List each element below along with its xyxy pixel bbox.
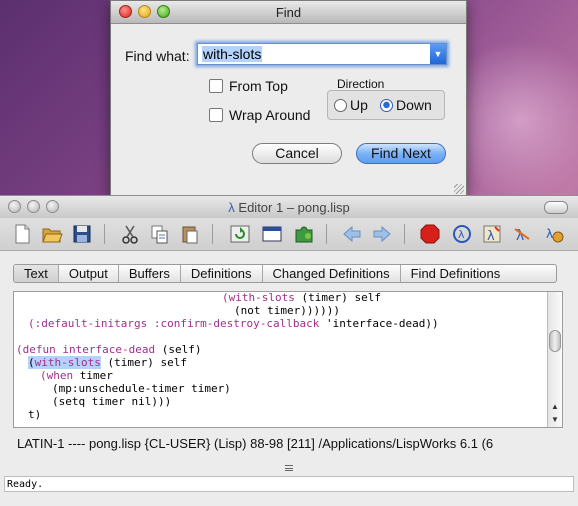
editor-titlebar[interactable]: λ Editor 1 – pong.lisp	[0, 196, 578, 218]
direction-down-radio[interactable]: Down	[380, 97, 432, 113]
from-top-label: From Top	[229, 78, 288, 94]
code-line: (when timer	[40, 369, 113, 382]
find-next-button[interactable]: Find Next	[356, 143, 446, 164]
code-line: (not timer))))))	[234, 304, 340, 317]
refresh-icon[interactable]	[228, 222, 252, 246]
save-icon[interactable]	[70, 222, 94, 246]
scroll-down-icon[interactable]: ▼	[548, 413, 562, 426]
editor-window: λ Editor 1 – pong.lisp λ λ λ λ Text Outp…	[0, 195, 578, 506]
puzzle-icon[interactable]	[292, 222, 316, 246]
radio-button[interactable]	[334, 98, 347, 112]
toolbar-separator	[404, 224, 405, 244]
editor-tab-bar: Text Output Buffers Definitions Changed …	[13, 264, 557, 283]
radio-button-selected[interactable]	[380, 98, 393, 112]
svg-text:λ: λ	[546, 227, 553, 241]
lambda-debug-icon[interactable]: λ	[510, 222, 534, 246]
tab-buffers[interactable]: Buffers	[119, 265, 181, 282]
direction-label: Direction	[337, 77, 385, 91]
scroll-up-icon[interactable]: ▲	[548, 400, 562, 413]
toolbar-separator	[104, 224, 105, 244]
lambda-trace-icon[interactable]: λ	[480, 222, 504, 246]
find-what-combobox[interactable]: with-slots ▼	[197, 43, 447, 65]
toolbar-toggle-button[interactable]	[544, 201, 568, 214]
scrollbar-thumb[interactable]	[549, 330, 561, 352]
down-label: Down	[396, 97, 432, 113]
wrap-around-checkbox[interactable]: Wrap Around	[209, 107, 310, 123]
wrap-around-label: Wrap Around	[229, 107, 311, 123]
toolbar-separator	[212, 224, 213, 244]
tab-changed-definitions[interactable]: Changed Definitions	[263, 265, 401, 282]
checkbox-box[interactable]	[209, 79, 223, 93]
code-line: (with-slots (timer) self	[222, 291, 381, 304]
open-folder-icon[interactable]	[40, 222, 64, 246]
vertical-scrollbar[interactable]: ▲ ▼	[547, 292, 562, 427]
code-line: (with-slots (timer) self	[28, 356, 187, 369]
editor-title: λ Editor 1 – pong.lisp	[0, 200, 578, 215]
up-label: Up	[350, 97, 368, 113]
find-what-input[interactable]: with-slots	[202, 46, 263, 62]
code-line: (defun interface-dead (self)	[16, 343, 202, 356]
stop-icon[interactable]	[418, 222, 442, 246]
tab-text[interactable]: Text	[14, 265, 59, 282]
from-top-checkbox[interactable]: From Top	[209, 78, 288, 94]
tab-find-definitions[interactable]: Find Definitions	[401, 265, 511, 282]
find-what-label: Find what:	[125, 48, 190, 64]
tab-definitions[interactable]: Definitions	[181, 265, 263, 282]
lisp-file-icon: λ	[228, 200, 235, 215]
tab-output[interactable]: Output	[59, 265, 119, 282]
find-titlebar[interactable]: Find	[111, 1, 466, 24]
checkbox-box[interactable]	[209, 108, 223, 122]
find-title: Find	[275, 5, 302, 20]
resize-grip-icon[interactable]	[454, 184, 464, 194]
svg-text:λ: λ	[458, 228, 465, 241]
lambda-snail-icon[interactable]: λ	[542, 222, 566, 246]
toolbar-separator	[326, 224, 327, 244]
find-dialog: Find Find what: with-slots ▼ From Top Wr…	[110, 0, 467, 197]
window-icon[interactable]	[260, 222, 284, 246]
code-line: (setq timer nil)))	[52, 395, 172, 408]
copy-icon[interactable]	[148, 222, 172, 246]
dropdown-arrow-icon[interactable]: ▼	[430, 44, 446, 64]
paste-icon[interactable]	[178, 222, 202, 246]
echo-area[interactable]: Ready.	[4, 476, 574, 492]
editor-toolbar: λ λ λ λ	[0, 218, 578, 251]
code-line: (:default-initargs :confirm-destroy-call…	[28, 317, 439, 330]
search-match-highlight: with-slots	[34, 356, 101, 369]
lambda-inspect-icon[interactable]: λ	[450, 222, 474, 246]
code-editor[interactable]: (with-slots (timer) self (not timer)))))…	[13, 291, 563, 428]
direction-up-radio[interactable]: Up	[334, 97, 368, 113]
cancel-button[interactable]: Cancel	[252, 143, 342, 164]
editor-title-text: Editor 1 – pong.lisp	[238, 200, 350, 215]
pane-split-handle-icon[interactable]	[285, 465, 293, 472]
direction-group: Up Down	[327, 90, 445, 120]
mode-line: LATIN-1 ---- pong.lisp {CL-USER} (Lisp) …	[17, 436, 494, 451]
back-arrow-icon[interactable]	[340, 222, 364, 246]
code-line: t)	[28, 408, 42, 421]
code-line: (mp:unschedule-timer timer)	[52, 382, 231, 395]
forward-arrow-icon[interactable]	[370, 222, 394, 246]
cut-icon[interactable]	[118, 222, 142, 246]
svg-text:λ: λ	[487, 229, 495, 244]
new-file-icon[interactable]	[10, 222, 34, 246]
